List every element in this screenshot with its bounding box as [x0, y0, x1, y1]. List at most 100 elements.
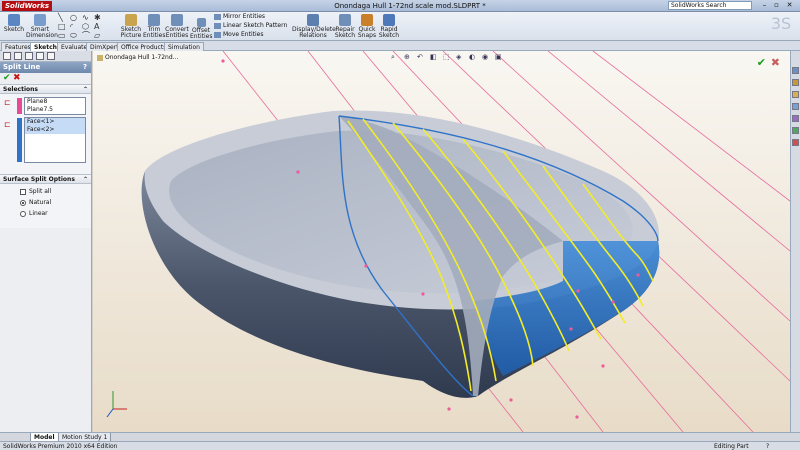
move-icon — [214, 31, 221, 38]
display-delete-relations-button[interactable]: Display/Delete Relations — [292, 14, 336, 39]
selections-group-header[interactable]: Selections ⌃ — [0, 84, 91, 94]
view-palette-icon[interactable] — [792, 103, 799, 110]
minimize-icon[interactable]: – — [760, 1, 769, 10]
line-icon[interactable]: ╲ — [58, 14, 63, 22]
list-item[interactable]: Face<2> — [25, 126, 85, 134]
zoom-area-icon[interactable]: ⊕ — [404, 53, 410, 62]
model-view[interactable] — [93, 51, 790, 432]
mirror-icon — [214, 13, 221, 20]
offset-entities-button[interactable]: Offset Entities — [190, 18, 212, 40]
property-manager-icon[interactable] — [14, 52, 22, 60]
help-icon[interactable]: ? — [83, 62, 87, 73]
title-bar: SolidWorks Onondaga Hull 1-72nd scale mo… — [0, 0, 800, 12]
forum-icon[interactable] — [792, 139, 799, 146]
offset-icon — [196, 18, 206, 27]
confirm-ok-icon[interactable]: ✔ — [757, 56, 766, 69]
hide-show-icon[interactable]: ◐ — [469, 53, 475, 62]
move-entities-button[interactable]: Move Entities — [214, 31, 263, 39]
task-pane — [790, 51, 800, 432]
dimension-icon — [34, 14, 46, 26]
maximize-icon[interactable]: ▫ — [772, 1, 781, 10]
convert-icon — [171, 14, 183, 26]
repair-icon — [339, 14, 351, 26]
dimxpert-icon[interactable] — [36, 52, 44, 60]
slot-icon[interactable]: ▭ — [58, 32, 66, 40]
sketch-picture-button[interactable]: Sketch Picture — [118, 14, 144, 39]
trim-icon — [148, 14, 160, 26]
selections-group: ⊏ Plane8 Plane7.5 ⊏ Face<1> Face<2> — [0, 94, 91, 174]
file-explorer-icon[interactable] — [792, 91, 799, 98]
ds-logo-icon: 3S — [770, 14, 792, 33]
point-icon[interactable]: ✱ — [94, 14, 101, 22]
configuration-icon[interactable] — [25, 52, 33, 60]
status-help-icon[interactable]: ? — [766, 442, 769, 450]
display-style-icon[interactable]: ◈ — [456, 53, 461, 62]
convert-entities-button[interactable]: Convert Entities — [164, 14, 190, 39]
scene-icon[interactable]: ▣ — [495, 53, 502, 62]
rapid-sketch-icon — [383, 14, 395, 26]
linear-radio[interactable]: Linear — [20, 210, 48, 218]
natural-radio[interactable]: Natural — [20, 199, 51, 207]
split-tool-list[interactable]: Plane8 Plane7.5 — [24, 97, 86, 115]
smart-dimension-button[interactable]: Smart Dimension — [26, 14, 58, 39]
rectangle-icon[interactable]: □ — [58, 23, 66, 31]
feature-tree-icon[interactable] — [3, 52, 11, 60]
ellipse-icon[interactable]: ⬭ — [70, 32, 77, 40]
spline-icon[interactable]: ∿ — [82, 14, 89, 22]
ok-button[interactable]: ✔ — [3, 73, 11, 84]
cancel-button[interactable]: ✖ — [13, 73, 21, 84]
rapid-sketch-button[interactable]: Rapid Sketch — [378, 14, 400, 39]
coordinate-triad — [106, 391, 127, 418]
appearance-icon[interactable]: ◉ — [482, 53, 488, 62]
solidworks-logo[interactable]: SolidWorks — [2, 1, 52, 11]
custom-properties-icon[interactable] — [792, 127, 799, 134]
view-orientation-icon[interactable]: ⬚ — [443, 53, 450, 62]
surface-split-options: Split all Natural Linear — [0, 184, 91, 228]
zoom-to-fit-icon[interactable]: ⌕ — [391, 53, 395, 62]
list-item[interactable]: Face<1> — [25, 118, 85, 126]
mirror-entities-button[interactable]: Mirror Entities — [214, 13, 265, 21]
text-icon[interactable]: A — [94, 23, 99, 31]
manager-tabs — [0, 51, 91, 62]
confirm-bar: ✔ ✖ — [0, 73, 91, 84]
polygon-icon[interactable]: ⬡ — [82, 23, 89, 31]
linear-pattern-button[interactable]: Linear Sketch Pattern — [214, 22, 287, 30]
appearances-icon[interactable] — [792, 115, 799, 122]
split-all-checkbox[interactable]: Split all — [20, 188, 51, 196]
tab-simulation[interactable]: Simulation — [164, 42, 204, 51]
snap-icon — [361, 14, 373, 26]
tab-office-products[interactable]: Office Products — [117, 42, 171, 51]
fillet-icon[interactable]: ⌒ — [82, 32, 90, 40]
quick-snaps-button[interactable]: Quick Snaps — [357, 14, 377, 39]
status-bar: SolidWorks Premium 2010 x64 Edition Edit… — [0, 441, 800, 450]
sketch-icon — [8, 14, 20, 26]
plane-icon[interactable]: ▱ — [94, 32, 100, 40]
sketch-button[interactable]: Sketch — [3, 14, 25, 33]
picture-icon — [125, 14, 137, 26]
trim-entities-button[interactable]: Trim Entities — [143, 14, 165, 39]
section-view-icon[interactable]: ◧ — [430, 53, 437, 62]
search-input[interactable]: SolidWorks Search — [668, 1, 752, 10]
display-manager-icon[interactable] — [47, 52, 55, 60]
faces-to-split-list[interactable]: Face<1> Face<2> — [24, 117, 86, 163]
close-icon[interactable]: ✕ — [785, 1, 794, 10]
list-item[interactable]: Plane8 — [25, 98, 85, 106]
arc-icon[interactable]: ◜ — [70, 23, 73, 31]
command-manager-tabs: Features Sketch Evaluate DimXpert Office… — [0, 41, 800, 51]
sketch-entity-tools: ╲ ○ ∿ ✱ □ ◜ ⬡ A ▭ ⬭ ⌒ ▱ — [56, 14, 104, 40]
previous-view-icon[interactable]: ↶ — [417, 53, 423, 62]
confirm-cancel-icon[interactable]: ✖ — [771, 56, 780, 69]
repair-sketch-button[interactable]: Repair Sketch — [334, 14, 356, 39]
design-library-icon[interactable] — [792, 79, 799, 86]
surface-split-options-header[interactable]: Surface Split Options ⌃ — [0, 174, 91, 184]
feature-tree-root[interactable]: Onondaga Hull 1-72nd... — [97, 54, 178, 62]
plane-selector-icon: ⊏ — [4, 98, 11, 107]
resources-icon[interactable] — [792, 67, 799, 74]
property-manager: Split Line ? ✔ ✖ Selections ⌃ ⊏ Plane8 P… — [0, 51, 92, 432]
face-selector-icon: ⊏ — [4, 120, 11, 129]
part-icon — [97, 54, 103, 61]
list-item[interactable]: Plane7.5 — [25, 106, 85, 114]
graphics-area[interactable]: Onondaga Hull 1-72nd... ⌕ ⊕ ↶ ◧ ⬚ ◈ ◐ ◉ … — [93, 51, 790, 432]
face-color-swatch — [17, 118, 22, 162]
circle-icon[interactable]: ○ — [70, 14, 77, 22]
